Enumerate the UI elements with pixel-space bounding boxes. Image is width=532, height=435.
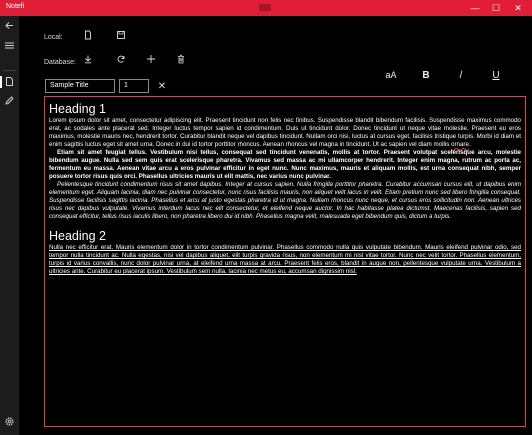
back-icon[interactable]: [3, 20, 16, 33]
gear-icon[interactable]: [3, 416, 16, 429]
open-file-icon[interactable]: [81, 30, 95, 44]
minimize-button[interactable]: —: [465, 2, 485, 14]
note-icon[interactable]: [3, 76, 16, 89]
title-bar: Notefi — ☐ ✕: [0, 0, 532, 16]
maximize-button[interactable]: ☐: [486, 2, 506, 14]
bold-button[interactable]: B: [418, 70, 434, 81]
database-label: Database:: [44, 59, 76, 66]
local-label: Local:: [44, 34, 63, 41]
sidebar: [0, 16, 19, 435]
close-button[interactable]: ✕: [508, 2, 528, 14]
title-input[interactable]: Sample Title: [45, 79, 115, 93]
add-icon[interactable]: [144, 54, 158, 68]
pen-icon[interactable]: [3, 95, 16, 108]
paragraph-plain-end: .: [468, 141, 471, 148]
selection-indicator: [0, 76, 2, 88]
sidebar-divider: [3, 70, 16, 71]
menu-icon[interactable]: [3, 40, 16, 53]
font-size-input[interactable]: 1: [119, 79, 149, 93]
italic-button[interactable]: /: [453, 70, 469, 81]
font-size-button[interactable]: aA: [383, 70, 399, 80]
underline-button[interactable]: U: [488, 70, 504, 81]
heading-1: Heading 1: [49, 102, 106, 116]
rich-text-editor[interactable]: Heading 1 Lorem ipsum dolor sit amet, co…: [44, 96, 526, 427]
delete-icon[interactable]: [174, 54, 188, 68]
spellcheck-word: ornare: [451, 141, 469, 148]
window-title: Notefi: [6, 3, 25, 10]
main-area: Local: Database: Sample Title 1 ✕ aA B /…: [19, 16, 532, 435]
paragraph-underline: Nulla nec efficitur erat. Mauris element…: [49, 244, 521, 275]
paragraph-bold: Etiam sit amet feugiat tellus. Vestibulu…: [49, 149, 521, 180]
drag-handle[interactable]: [259, 4, 271, 11]
download-icon[interactable]: [81, 54, 95, 68]
sync-icon[interactable]: [114, 54, 128, 68]
save-local-icon[interactable]: [114, 30, 128, 44]
paragraph-italic: Pellentesque tincidunt condimentum risus…: [49, 181, 521, 220]
heading-2: Heading 2: [49, 229, 106, 243]
clear-icon[interactable]: ✕: [155, 80, 169, 94]
paragraph-plain: Lorem ipsum dolor sit amet, consectetur …: [49, 117, 521, 149]
